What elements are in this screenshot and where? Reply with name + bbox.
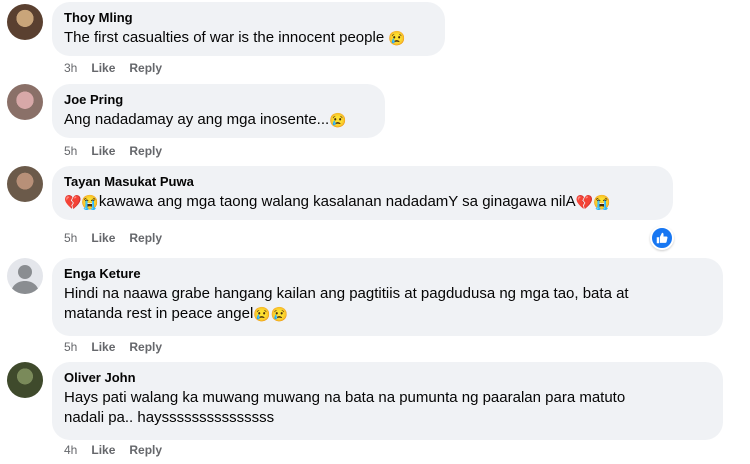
crying-emoji-icon: 😢😢 xyxy=(253,306,289,322)
comment-body-line2: nadali pa.. haysssssssssssssss xyxy=(64,409,275,426)
comment-bubble: Tayan Masukat Puwa 💔😭kawawa ang mga taon… xyxy=(52,166,673,220)
reply-button[interactable]: Reply xyxy=(129,144,162,158)
comment-actions: 5h Like Reply xyxy=(64,231,162,245)
like-button[interactable]: Like xyxy=(91,340,115,354)
comment-text: Ang nadadamay ay ang mga inosente...😢 xyxy=(64,110,373,130)
comment-text: Hays pati walang ka muwang muwang na bat… xyxy=(64,388,711,428)
comment-body: kawawa ang mga taong walang kasalanan na… xyxy=(98,193,576,210)
comment-body-line1: Hays pati walang ka muwang muwang na bat… xyxy=(64,389,626,406)
comment-bubble: Oliver John Hays pati walang ka muwang m… xyxy=(52,362,723,440)
reply-button[interactable]: Reply xyxy=(129,443,162,457)
comment-actions: 5h Like Reply xyxy=(64,144,162,158)
reply-button[interactable]: Reply xyxy=(129,231,162,245)
comment-author[interactable]: Oliver John xyxy=(64,370,711,386)
user-avatar[interactable] xyxy=(7,166,43,202)
comment-text: Hindi na naawa grabe hangang kailan ang … xyxy=(64,284,711,324)
broken-heart-crying-emoji-icon: 💔😭 xyxy=(64,194,99,210)
comment-actions: 5h Like Reply xyxy=(64,340,162,354)
comment-body: Ang nadadamay ay ang mga inosente... xyxy=(64,111,330,128)
broken-heart-crying-emoji-icon: 💔😭 xyxy=(575,194,611,210)
user-avatar[interactable] xyxy=(7,84,43,120)
comment-text: 💔😭kawawa ang mga taong walang kasalanan … xyxy=(64,192,661,212)
user-avatar[interactable] xyxy=(7,362,43,398)
comment-text: The first casualties of war is the innoc… xyxy=(64,28,433,48)
comment-author[interactable]: Tayan Masukat Puwa xyxy=(64,174,661,190)
comment-timestamp[interactable]: 5h xyxy=(64,340,77,354)
comment-author[interactable]: Enga Keture xyxy=(64,266,711,282)
comment-bubble: Joe Pring Ang nadadamay ay ang mga inose… xyxy=(52,84,385,138)
like-button[interactable]: Like xyxy=(91,144,115,158)
default-user-avatar-icon xyxy=(11,265,39,294)
like-reaction-icon[interactable] xyxy=(650,226,674,250)
crying-emoji-icon: 😢 xyxy=(329,112,347,128)
reply-button[interactable]: Reply xyxy=(129,61,162,75)
like-button[interactable]: Like xyxy=(91,443,115,457)
like-button[interactable]: Like xyxy=(91,231,115,245)
comment-actions: 4h Like Reply xyxy=(64,443,162,457)
comment-timestamp[interactable]: 5h xyxy=(64,231,77,245)
user-avatar[interactable] xyxy=(7,4,43,40)
comment-timestamp[interactable]: 5h xyxy=(64,144,77,158)
comment-body: The first casualties of war is the innoc… xyxy=(64,29,385,46)
like-button[interactable]: Like xyxy=(91,61,115,75)
comment-author[interactable]: Joe Pring xyxy=(64,92,373,108)
comment-body-line1: Hindi na naawa grabe hangang kailan ang … xyxy=(64,285,629,302)
comment-body-line2: matanda rest in peace angel xyxy=(64,305,254,322)
comment-author[interactable]: Thoy Mling xyxy=(64,10,433,26)
user-avatar[interactable] xyxy=(7,258,43,294)
reply-button[interactable]: Reply xyxy=(129,340,162,354)
comment-bubble: Enga Keture Hindi na naawa grabe hangang… xyxy=(52,258,723,336)
comment-actions: 3h Like Reply xyxy=(64,61,162,75)
comment-timestamp[interactable]: 4h xyxy=(64,443,77,457)
comment-bubble: Thoy Mling The first casualties of war i… xyxy=(52,2,445,56)
comment-timestamp[interactable]: 3h xyxy=(64,61,77,75)
crying-emoji-icon: 😢 xyxy=(388,30,406,46)
